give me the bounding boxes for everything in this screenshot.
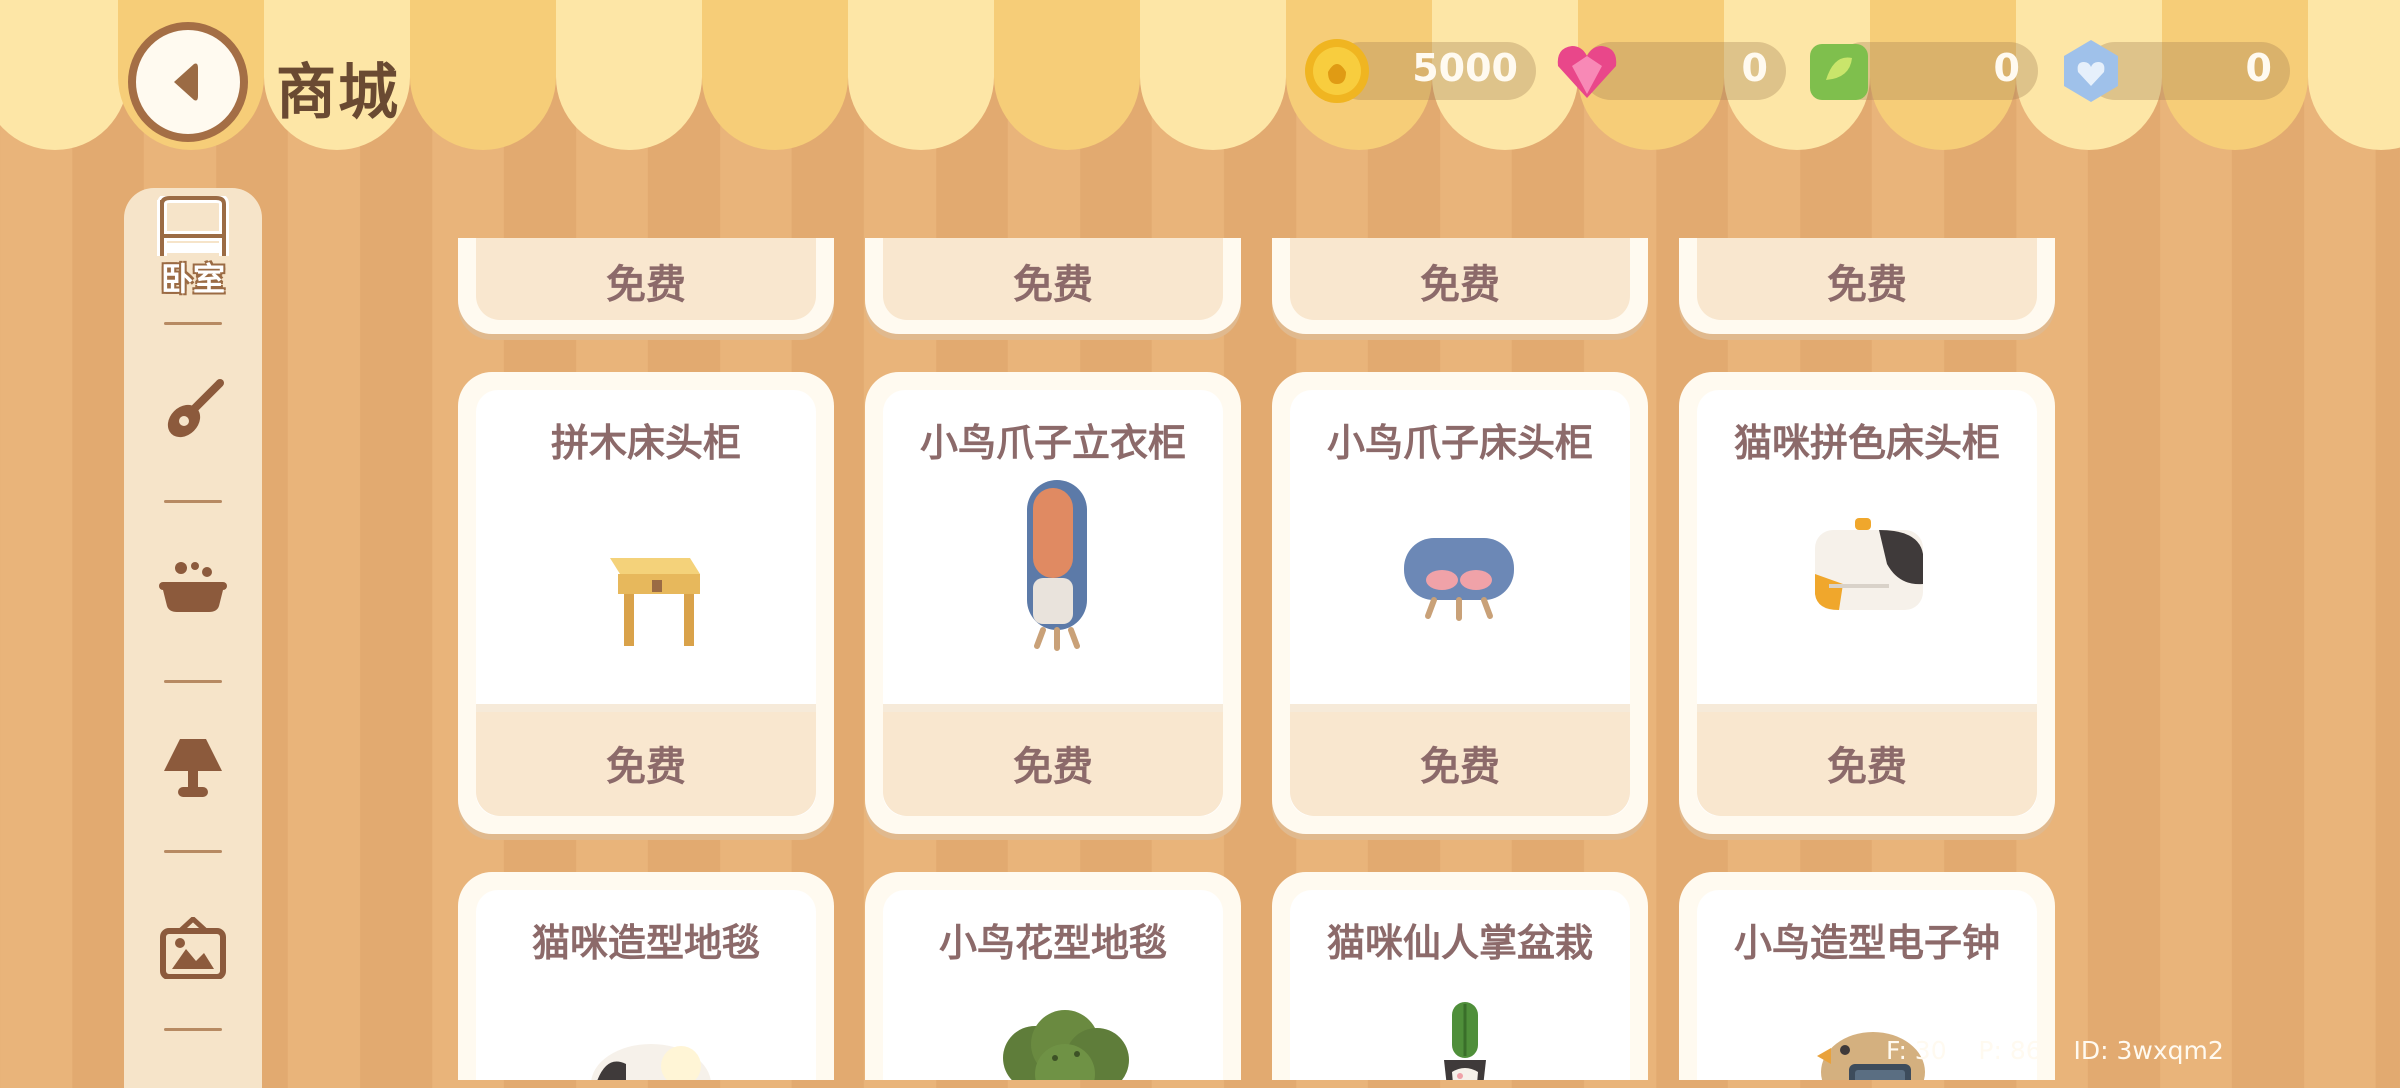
- product-card[interactable]: 小鸟爪子立衣柜 免费: [865, 372, 1241, 834]
- debug-fps: F: 30: [1886, 1036, 1947, 1065]
- cactus-pot-icon: [1444, 1002, 1486, 1080]
- price-label: 免费: [1013, 262, 1093, 308]
- price-label: 免费: [606, 744, 686, 790]
- product-name: 小鸟花型地毯: [938, 921, 1167, 965]
- product-name: 小鸟造型电子钟: [1733, 921, 2000, 965]
- wooden-stool-nightstand-icon: [610, 558, 700, 646]
- price-label: 免费: [606, 262, 686, 308]
- product-name: 猫咪仙人掌盆栽: [1326, 921, 1593, 965]
- product-card[interactable]: 免费: [458, 238, 834, 334]
- flower-rug-icon: [1003, 1010, 1129, 1080]
- price-label: 免费: [1013, 744, 1093, 790]
- product-name: 拼木床头柜: [550, 421, 741, 465]
- debug-id: ID: 3wxqm2: [2073, 1036, 2224, 1065]
- product-grid: 免费 免费 免费 免费 拼木床头柜 免费 小鸟爪子立衣柜 免费 小鸟爪子床头柜 …: [0, 0, 2400, 1080]
- product-card[interactable]: 猫咪造型地毯: [458, 872, 834, 1080]
- bird-claw-wardrobe-icon: [1027, 480, 1087, 651]
- product-name: 小鸟爪子立衣柜: [919, 421, 1186, 465]
- price-label: 免费: [1420, 262, 1500, 308]
- product-card[interactable]: 拼木床头柜 免费: [458, 372, 834, 834]
- product-name: 猫咪造型地毯: [531, 921, 760, 965]
- product-card[interactable]: 猫咪仙人掌盆栽: [1272, 872, 1648, 1080]
- product-card[interactable]: 小鸟花型地毯: [865, 872, 1241, 1080]
- price-label: 免费: [1420, 744, 1500, 790]
- cat-color-nightstand-icon: [1815, 518, 1923, 610]
- product-card[interactable]: 免费: [1679, 238, 2055, 334]
- bird-claw-nightstand-icon: [1404, 538, 1514, 621]
- product-name: 小鸟爪子床头柜: [1326, 421, 1593, 465]
- product-card[interactable]: 猫咪拼色床头柜 免费: [1679, 372, 2055, 834]
- debug-stats: F: 30 P: 86 ID: 3wxqm2: [1886, 1036, 2224, 1065]
- cat-rug-icon: [591, 1044, 711, 1080]
- debug-ping: P: 86: [1978, 1036, 2042, 1065]
- product-card[interactable]: 小鸟爪子床头柜 免费: [1272, 372, 1648, 834]
- product-card[interactable]: 免费: [865, 238, 1241, 334]
- price-label: 免费: [1827, 744, 1907, 790]
- product-card[interactable]: 免费: [1272, 238, 1648, 334]
- price-label: 免费: [1827, 262, 1907, 308]
- product-name: 猫咪拼色床头柜: [1733, 421, 2000, 465]
